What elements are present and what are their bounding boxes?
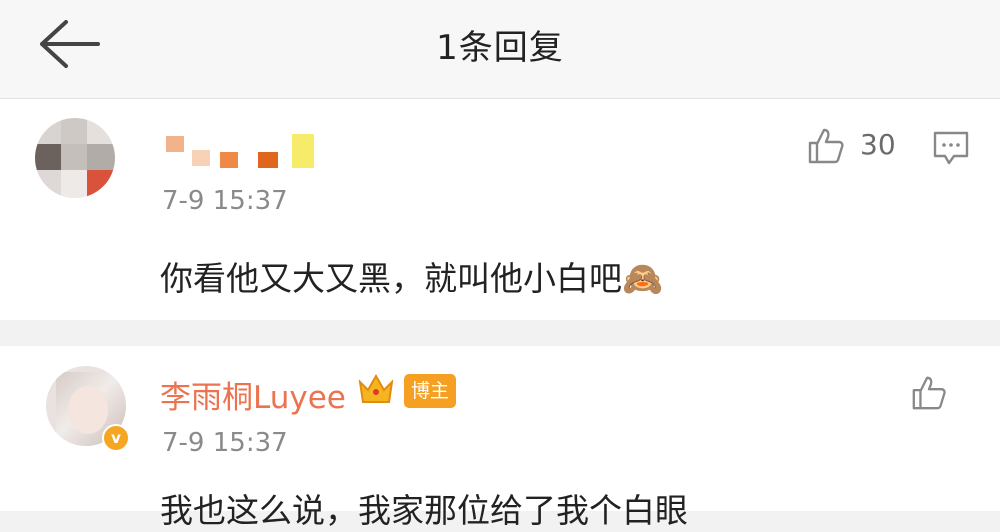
like-count: 30 <box>860 128 896 161</box>
top-bar: 1条回复 <box>0 0 1000 99</box>
crown-icon <box>358 373 394 403</box>
avatar[interactable] <box>35 118 115 198</box>
comment-body: 你看他又大又黑，就叫他小白吧 <box>160 259 622 298</box>
monkey-emoji: 🙈 <box>622 259 664 298</box>
reply-text: 我也这么说，我家那位给了我个白眼 <box>160 491 688 530</box>
blogger-badge: 博主 <box>404 374 456 408</box>
thumbs-up-icon[interactable] <box>806 126 846 166</box>
reply-timestamp: 7-9 15:37 <box>162 428 288 458</box>
comment-icon[interactable] <box>932 130 970 166</box>
thumbs-up-icon[interactable] <box>910 374 948 412</box>
comment-text: 你看他又大又黑，就叫他小白吧🙈 <box>160 252 663 300</box>
username-redacted[interactable] <box>162 130 322 174</box>
verified-badge: v <box>102 424 130 452</box>
comment-timestamp: 7-9 15:37 <box>162 186 288 216</box>
reply-username[interactable]: 李雨桐Luyee <box>160 372 346 417</box>
page-title: 1条回复 <box>436 28 564 68</box>
